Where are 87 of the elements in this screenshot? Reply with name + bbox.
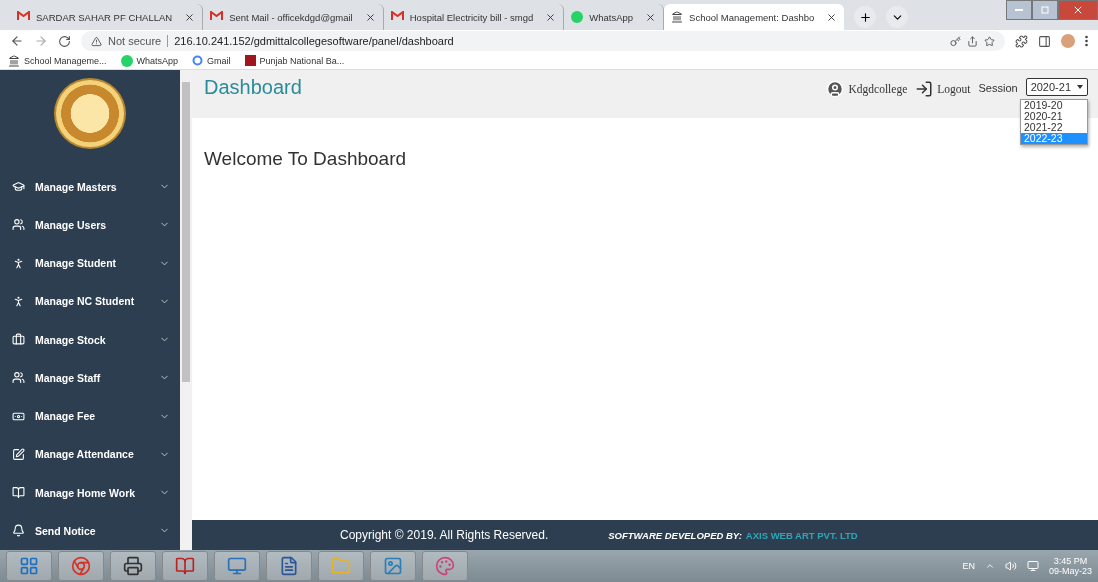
edit-icon: [12, 447, 25, 461]
printer-icon: [123, 556, 143, 576]
close-icon[interactable]: [184, 11, 196, 23]
sidebar-item[interactable]: Manage Fee: [0, 397, 180, 436]
windows-icon: [19, 556, 39, 576]
bookmark-link[interactable]: School Manageme...: [24, 55, 107, 66]
sidebar-item[interactable]: Manage Home Work: [0, 473, 180, 512]
session-option[interactable]: 2019-20: [1021, 100, 1087, 111]
document-icon: [279, 556, 299, 576]
person-icon: [12, 256, 25, 270]
caret-icon: [1077, 85, 1083, 89]
puzzle-icon[interactable]: [1015, 34, 1028, 48]
tab-list-button[interactable]: [886, 6, 909, 28]
sidebar-item[interactable]: Manage Stock: [0, 320, 180, 359]
users-icon: [12, 218, 25, 232]
sidebar-item[interactable]: Send Notice: [0, 511, 180, 550]
page-title: Dashboard: [204, 76, 303, 99]
chat-icon: [571, 11, 584, 23]
maximize-button[interactable]: [1032, 0, 1058, 20]
book-icon: [12, 486, 25, 500]
address-bar[interactable]: Not secure 216.10.241.152/gdmittalcollegesoftware/panel/dashboard: [81, 31, 1005, 51]
session-label: Session: [978, 82, 1018, 94]
close-icon: [1072, 4, 1084, 16]
copyright-text: Copyright © 2019. All Rights Reserved.: [340, 528, 549, 542]
graduation-cap-icon: [12, 180, 25, 194]
bag-icon: [12, 333, 25, 347]
bookmark-link[interactable]: WhatsApp: [136, 55, 179, 66]
security-label: Not secure: [108, 35, 169, 47]
company-link[interactable]: AXIS WEB ART PVT. LTD: [745, 529, 858, 541]
chat-icon: [120, 54, 133, 67]
developer-label: SOFTWARE DEVELOPED BY:: [608, 529, 742, 541]
sidebar-item[interactable]: Manage Attendance: [0, 435, 180, 474]
bookmark-link[interactable]: Gmail: [207, 55, 231, 66]
sidebar-item[interactable]: Manage Staff: [0, 358, 180, 397]
close-icon[interactable]: [645, 11, 657, 23]
picture-icon: [383, 556, 403, 576]
logout-icon: [915, 80, 934, 98]
url-text: 216.10.241.152/gdmittalcollegesoftware/panel/dashboard: [174, 35, 454, 47]
forward-icon[interactable]: [34, 34, 48, 48]
plus-icon: [858, 10, 872, 24]
building-icon: [671, 11, 684, 23]
close-icon[interactable]: [545, 11, 557, 23]
monitor-icon: [227, 556, 247, 576]
taskbar-app[interactable]: [266, 551, 312, 581]
session-select[interactable]: 2020-21: [1025, 78, 1088, 96]
speaker-icon[interactable]: [1004, 560, 1017, 572]
minimize-icon: [1015, 8, 1023, 12]
welcome-heading: Welcome To Dashboard: [204, 148, 408, 170]
palette-icon: [435, 556, 455, 576]
session-option[interactable]: 2020-21: [1021, 111, 1087, 122]
building-icon: [8, 54, 20, 67]
close-icon[interactable]: [364, 11, 376, 23]
star-icon[interactable]: [984, 35, 995, 47]
close-icon[interactable]: [826, 11, 838, 23]
share-icon[interactable]: [967, 35, 978, 47]
bell-icon: [12, 524, 25, 538]
bookmark-link[interactable]: Punjab National Ba...: [259, 55, 345, 66]
warning-icon: [91, 35, 102, 47]
bank-icon: [244, 55, 256, 66]
more-icon[interactable]: [1085, 35, 1088, 47]
sidebar-item[interactable]: Manage Student: [0, 243, 180, 283]
browser-icon: [71, 556, 91, 576]
user-icon: [826, 80, 845, 98]
taskbar-app[interactable]: [110, 551, 156, 581]
key-icon[interactable]: [950, 35, 961, 47]
side-panel-icon[interactable]: [1038, 34, 1051, 48]
g-icon: [192, 55, 204, 66]
browser-tab[interactable]: School Management: Dashbo: [664, 4, 845, 30]
scrollbar[interactable]: [180, 70, 192, 550]
new-tab-button[interactable]: [854, 6, 877, 28]
back-icon[interactable]: [10, 34, 24, 48]
minimize-button[interactable]: [1006, 0, 1032, 20]
scrollbar-thumb[interactable]: [182, 82, 190, 382]
sidebar-item[interactable]: Manage Users: [0, 205, 180, 244]
folder-icon: [331, 556, 351, 576]
sidebar-item[interactable]: Manage Masters: [0, 167, 180, 206]
sidebar-item[interactable]: Manage NC Student: [0, 282, 180, 321]
book-icon: [175, 556, 195, 576]
maximize-icon: [1041, 6, 1049, 14]
logout-link[interactable]: Logout: [915, 80, 971, 98]
person-icon: [12, 294, 25, 308]
users-icon: [12, 371, 25, 385]
session-option[interactable]: 2021-22: [1021, 122, 1087, 133]
avatar-icon[interactable]: [1061, 34, 1075, 48]
taskbar-app[interactable]: [162, 551, 208, 581]
user-link[interactable]: Kdgdcollege: [826, 80, 908, 98]
reload-icon[interactable]: [58, 34, 71, 48]
